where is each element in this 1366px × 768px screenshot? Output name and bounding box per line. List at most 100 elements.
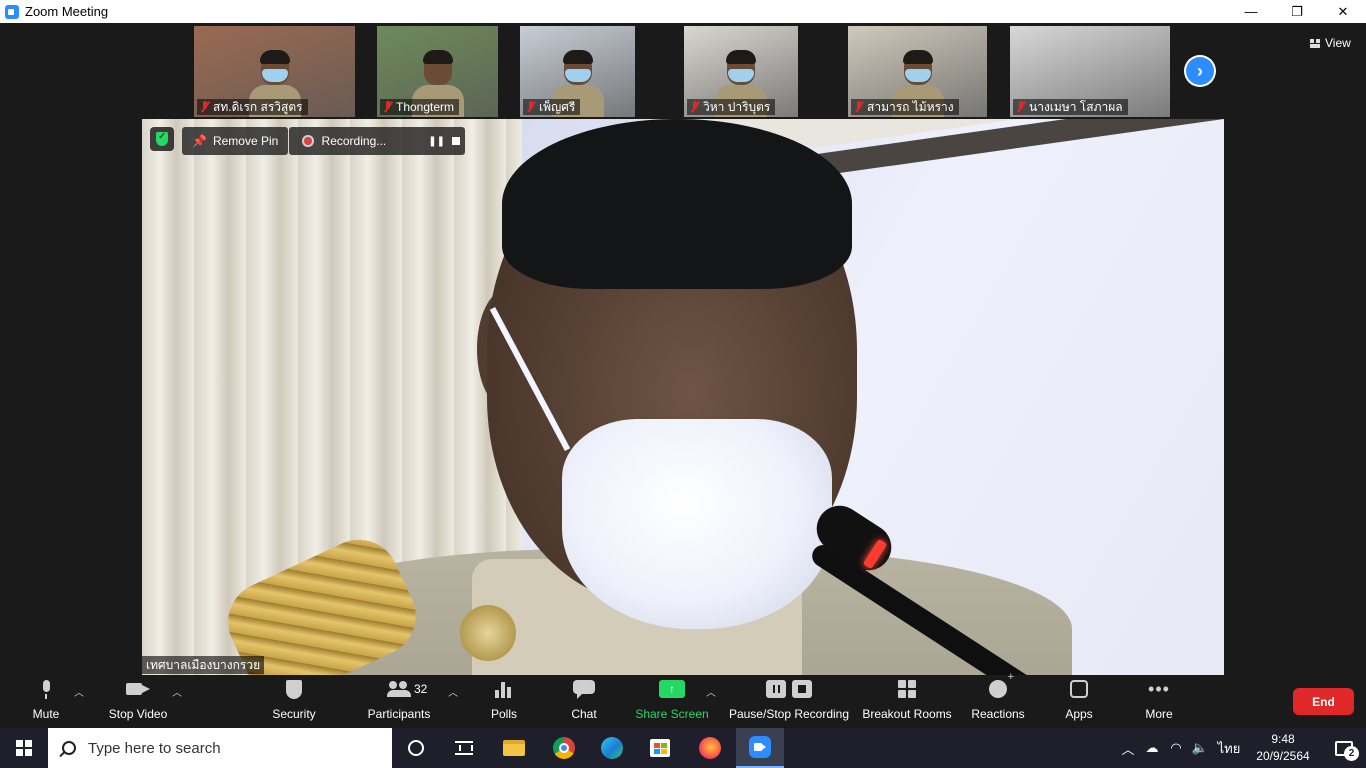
pause-stop-icon — [766, 680, 812, 698]
participant-thumbnail[interactable]: Thongterm — [377, 26, 498, 117]
participant-nameplate: เพ็ญศรี — [523, 99, 581, 115]
recording-label: Recording... — [321, 134, 387, 148]
next-page-button[interactable]: › — [1184, 55, 1216, 87]
stop-video-label: Stop Video — [108, 707, 168, 721]
apps-icon — [1070, 680, 1088, 698]
participant-thumbnail[interactable]: สท.ดิเรก สรวิสูตร — [194, 26, 355, 117]
participant-thumbnail[interactable]: นางเมษา โสภาผล — [1010, 26, 1170, 117]
speaker-volume-icon[interactable]: 🔈 — [1188, 728, 1212, 768]
notification-count-badge: 2 — [1344, 745, 1359, 761]
encryption-shield-button[interactable] — [150, 127, 174, 151]
participants-count: 32 — [414, 682, 428, 696]
breakout-rooms-icon — [898, 680, 916, 698]
folder-icon — [503, 740, 525, 756]
meeting-area: สท.ดิเรก สรวิสูตร Thongterm เพ็ญศรี วิหา… — [0, 23, 1366, 675]
recording-indicator: Recording... ❚❚ — [289, 127, 465, 155]
participant-name: Thongterm — [396, 100, 455, 114]
participants-label: Participants — [367, 707, 431, 721]
more-button[interactable]: ••• More — [1140, 675, 1178, 728]
breakout-rooms-label: Breakout Rooms — [862, 707, 952, 721]
share-screen-arrow-icon: ↑ — [659, 680, 685, 698]
minimize-button[interactable]: — — [1228, 0, 1274, 23]
search-placeholder: Type here to search — [88, 739, 221, 757]
chat-button[interactable]: Chat — [564, 675, 604, 728]
mic-muted-icon — [200, 101, 210, 113]
share-options-caret[interactable]: ︿ — [706, 684, 716, 699]
participant-nameplate: Thongterm — [380, 99, 460, 115]
participant-thumbnail[interactable]: สามารถ ไม้หราง — [848, 26, 987, 117]
windows-taskbar: Type here to search ︿ ☁ ◠ 🔈 ไทย 9:48 20/… — [0, 728, 1366, 768]
notification-icon: 2 — [1335, 740, 1359, 761]
taskbar-clock[interactable]: 9:48 20/9/2564 — [1248, 731, 1318, 765]
recording-dot-icon — [302, 135, 314, 147]
store-bag-icon — [650, 739, 670, 757]
smiley-plus-icon — [989, 671, 1014, 698]
mic-muted-icon — [690, 101, 700, 113]
cortana-circle-icon — [408, 740, 424, 756]
participants-icon — [387, 681, 411, 697]
onedrive-cloud-icon[interactable]: ☁ — [1140, 728, 1164, 768]
taskbar-search-box[interactable]: Type here to search — [48, 728, 392, 768]
stop-recording-button[interactable] — [446, 131, 465, 151]
speaker-hair — [502, 119, 852, 289]
security-label: Security — [272, 707, 316, 721]
remove-pin-button[interactable]: 📌 Remove Pin — [182, 127, 289, 155]
breakout-rooms-button[interactable]: Breakout Rooms — [862, 675, 952, 728]
uniform-badge — [460, 605, 516, 661]
meeting-toolbar: Mute ︿ Stop Video ︿ Security Participant… — [0, 671, 1366, 728]
window-controls: — ❐ ✕ — [1228, 0, 1366, 23]
restore-button[interactable]: ❐ — [1274, 0, 1320, 23]
task-view-button[interactable] — [440, 728, 488, 768]
mic-muted-icon — [854, 101, 864, 113]
action-center-button[interactable]: 2 — [1322, 728, 1366, 768]
zoom-icon — [749, 736, 771, 758]
pause-stop-recording-label: Pause/Stop Recording — [728, 707, 850, 721]
participant-name: สามารถ ไม้หราง — [867, 99, 954, 114]
file-explorer-button[interactable] — [490, 728, 538, 768]
polls-button[interactable]: Polls — [484, 675, 524, 728]
show-hidden-icons-chevron-icon[interactable]: ︿ — [1116, 728, 1140, 768]
cortana-button[interactable] — [392, 728, 440, 768]
window-title: Zoom Meeting — [25, 4, 109, 19]
participant-thumbnail[interactable]: วิหา ปาริบุตร — [684, 26, 798, 117]
polls-bar-icon — [495, 680, 513, 698]
pause-stop-recording-button[interactable]: Pause/Stop Recording — [728, 675, 850, 728]
view-button[interactable]: View — [1304, 33, 1357, 53]
mute-button[interactable]: Mute — [26, 675, 66, 728]
main-speaker-video — [142, 119, 1224, 675]
stop-icon — [451, 137, 460, 145]
zoom-app-icon — [5, 4, 19, 19]
participant-name: นางเมษา โสภาผล — [1029, 99, 1123, 114]
video-options-caret[interactable]: ︿ — [172, 684, 182, 699]
mic-muted-icon — [383, 101, 393, 113]
store-button[interactable] — [636, 728, 684, 768]
input-language-indicator[interactable]: ไทย — [1212, 728, 1246, 768]
chrome-button[interactable] — [540, 728, 588, 768]
participant-thumbnail[interactable]: เพ็ญศรี — [520, 26, 635, 117]
end-meeting-button[interactable]: End — [1293, 688, 1354, 715]
remove-pin-label: Remove Pin — [212, 134, 279, 148]
start-button[interactable] — [0, 728, 48, 768]
firefox-icon — [699, 737, 721, 759]
participant-name: สท.ดิเรก สรวิสูตร — [213, 99, 303, 114]
clock-date: 20/9/2564 — [1256, 749, 1310, 763]
pause-recording-button[interactable]: ❚❚ — [427, 131, 446, 151]
share-screen-button[interactable]: ↑ Share Screen — [635, 675, 709, 728]
audio-options-caret[interactable]: ︿ — [74, 684, 84, 699]
close-button[interactable]: ✕ — [1320, 0, 1366, 23]
view-button-label: View — [1325, 36, 1351, 50]
participants-options-caret[interactable]: ︿ — [448, 684, 458, 699]
edge-button[interactable] — [588, 728, 636, 768]
zoom-taskbar-button[interactable] — [736, 728, 784, 768]
security-button[interactable]: Security — [268, 675, 320, 728]
wifi-icon[interactable]: ◠ — [1164, 728, 1188, 768]
mute-label: Mute — [32, 707, 60, 721]
firefox-button[interactable] — [686, 728, 734, 768]
stop-video-button[interactable]: Stop Video — [104, 675, 172, 728]
chat-label: Chat — [571, 707, 597, 721]
reactions-button[interactable]: Reactions — [970, 671, 1026, 728]
shield-check-icon — [156, 131, 168, 146]
apps-button[interactable]: Apps — [1060, 675, 1098, 728]
participant-nameplate: วิหา ปาริบุตร — [687, 99, 776, 115]
speaker-nameplate: เทศบาลเมืองบางกรวย — [142, 656, 265, 674]
